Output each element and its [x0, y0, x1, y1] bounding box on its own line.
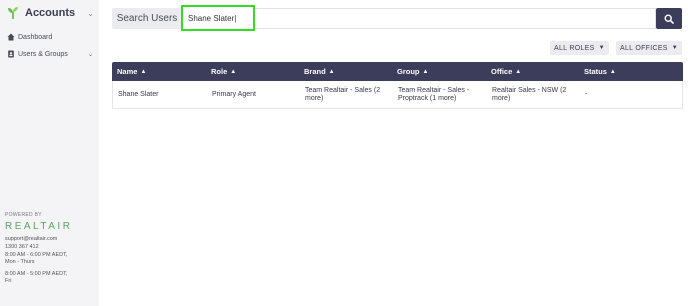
- address-book-icon: [7, 50, 15, 58]
- powered-by-label: POWERED BY: [5, 212, 42, 218]
- cell-name[interactable]: Shane Slater: [118, 81, 158, 109]
- support-email[interactable]: support@realtair.com: [5, 236, 57, 243]
- cell-status: -: [585, 91, 588, 98]
- cell-group-line: Team Realtair - Sales -: [398, 87, 470, 94]
- column-header-label: Brand: [304, 67, 326, 76]
- column-header-label: Name: [117, 67, 138, 76]
- search-icon: [664, 13, 674, 24]
- search-field-background[interactable]: [255, 8, 656, 29]
- column-header-brand[interactable]: Brand ▲: [304, 62, 335, 81]
- search-input[interactable]: Shane Slater|: [181, 5, 255, 31]
- cell-group-line: Proptrack (1 more): [398, 95, 457, 102]
- sidebar-item-users-groups[interactable]: Users & Groups ⌄: [7, 48, 93, 60]
- column-header-label: Role: [211, 67, 228, 76]
- sprout-logo-icon: [8, 7, 18, 19]
- sort-up-icon: ▲: [230, 68, 237, 75]
- search-button[interactable]: [656, 8, 682, 29]
- sidebar-item-label: Dashboard: [18, 33, 53, 41]
- column-header-label: Status: [584, 67, 607, 76]
- realtair-logo: REALTAIR: [5, 221, 73, 232]
- sort-up-icon: ▲: [515, 68, 522, 75]
- sort-up-icon: ▲: [609, 68, 616, 75]
- cell-brand: Team Realtair - Sales (2 more): [305, 81, 395, 109]
- dashboard-icon: [7, 33, 15, 41]
- column-header-label: Office: [491, 67, 513, 76]
- cell-group: Team Realtair - Sales - Proptrack (1 mor…: [398, 81, 488, 109]
- offices-filter-dropdown[interactable]: ALL OFFICES ▼: [616, 41, 683, 55]
- column-header-label: Group: [397, 67, 420, 76]
- caret-down-icon: ▼: [671, 45, 679, 51]
- cell-brand-line: more): [305, 95, 324, 102]
- offices-filter-label: ALL OFFICES: [620, 44, 668, 52]
- cell-role: Primary Agent: [212, 91, 256, 98]
- sidebar: Accounts ⌄ Dashboard Users & Groups ⌄ PO…: [0, 0, 99, 306]
- sort-up-icon: ▲: [328, 68, 335, 75]
- roles-filter-dropdown[interactable]: ALL ROLES ▼: [550, 41, 609, 55]
- roles-filter-label: ALL ROLES: [554, 44, 595, 52]
- sidebar-item-dashboard[interactable]: Dashboard: [7, 31, 93, 43]
- search-label: Search Users: [112, 8, 182, 29]
- column-header-name[interactable]: Name ▲: [117, 62, 146, 81]
- app-switcher[interactable]: Accounts ⌄: [6, 5, 94, 21]
- table-header: Name ▲ Role ▲ Brand ▲ Group ▲ Office ▲ Status…: [112, 62, 683, 81]
- sort-up-icon: ▲: [140, 68, 147, 75]
- column-header-group[interactable]: Group ▲: [397, 62, 428, 81]
- cell-office: Realtair Sales - NSW (2 more): [492, 81, 582, 109]
- sort-up-icon: ▲: [422, 68, 429, 75]
- app-title: Accounts: [25, 7, 76, 19]
- users-table: Name ▲ Role ▲ Brand ▲ Group ▲ Office ▲ Status…: [112, 62, 683, 109]
- column-header-role[interactable]: Role ▲: [211, 62, 236, 81]
- chevron-down-icon[interactable]: ⌄: [87, 9, 94, 18]
- cell-office-line: Realtair Sales - NSW (2: [492, 87, 567, 94]
- cell-brand-line: Team Realtair - Sales (2: [305, 87, 381, 94]
- cell-office-line: more): [492, 95, 511, 102]
- support-days-weekday: Mon - Thurs: [5, 259, 35, 265]
- column-header-office[interactable]: Office ▲: [491, 62, 521, 81]
- support-hours-weekday: 8:00 AM - 6:00 PM AEDT,: [5, 252, 68, 258]
- chevron-down-icon[interactable]: ⌄: [88, 51, 93, 58]
- sidebar-item-label: Users & Groups: [18, 50, 68, 58]
- support-days-friday: Fri: [5, 278, 12, 284]
- support-hours-friday: 8:00 AM - 5:00 PM AEDT,: [5, 271, 68, 277]
- caret-down-icon: ▼: [598, 45, 605, 51]
- column-header-status[interactable]: Status ▲: [584, 62, 616, 81]
- table-row[interactable]: Shane Slater Primary Agent Team Realtair…: [112, 81, 683, 109]
- support-phone: 1300 367 412: [5, 244, 39, 250]
